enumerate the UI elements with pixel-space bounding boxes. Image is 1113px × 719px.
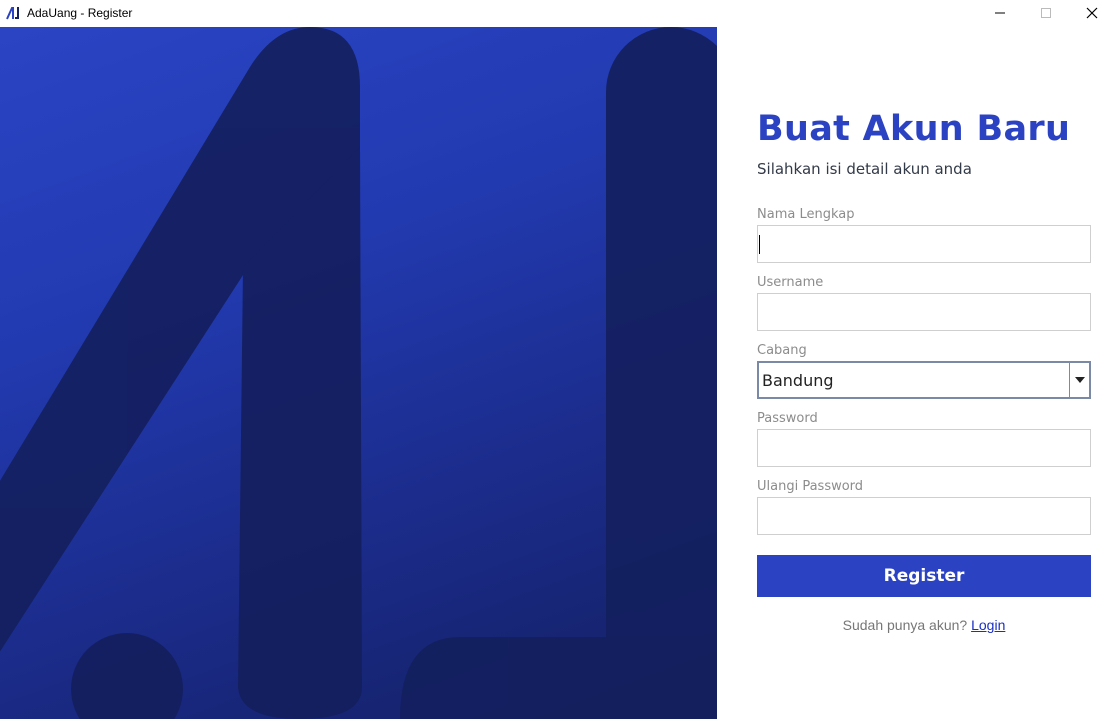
password-input[interactable] [757,429,1091,467]
full-name-input[interactable] [757,225,1091,263]
page-title: Buat Akun Baru [757,109,1071,149]
login-link[interactable]: Login [971,617,1005,633]
brand-mark-illustration [0,27,717,719]
password-label: Password [757,411,818,426]
maximize-icon [1040,4,1052,23]
window-title: AdaUang - Register [27,6,133,20]
close-button[interactable] [1069,0,1113,27]
close-icon [1086,4,1098,23]
confirm-password-label: Ulangi Password [757,479,864,494]
branch-label: Cabang [757,343,807,358]
page-subtitle: Silahkan isi detail akun anda [757,160,972,178]
minimize-button[interactable] [977,0,1023,27]
username-input[interactable] [757,293,1091,331]
window-titlebar: AdaUang - Register [0,0,1113,27]
branch-select[interactable]: Bandung [757,361,1091,399]
branch-selected-value: Bandung [762,371,834,390]
confirm-password-input[interactable] [757,497,1091,535]
username-label: Username [757,275,824,290]
chevron-down-icon[interactable] [1069,363,1089,397]
register-panel: Buat Akun Baru Silahkan isi detail akun … [717,27,1113,719]
text-caret [759,235,760,254]
full-name-label: Nama Lengkap [757,207,855,222]
register-button[interactable]: Register [757,555,1091,597]
login-prompt-text: Sudah punya akun? [842,617,968,633]
adauang-logo-icon [6,5,22,21]
login-prompt: Sudah punya akun? Login [757,617,1091,633]
hero-artwork [0,27,717,719]
maximize-button[interactable] [1023,0,1069,27]
minimize-icon [994,4,1006,23]
